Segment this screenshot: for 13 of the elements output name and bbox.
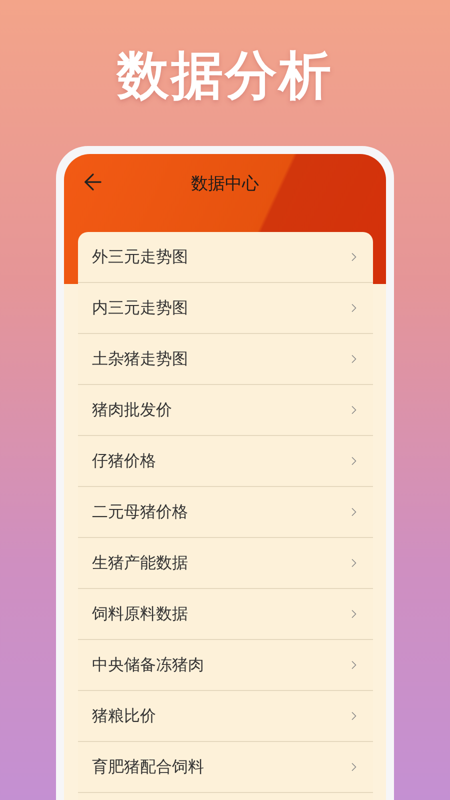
list-item[interactable]: 外三元走势图 [78, 232, 373, 283]
list-item[interactable]: 饲料原料数据 [78, 589, 373, 640]
list-item[interactable]: 仔猪价格 [78, 436, 373, 487]
list-item[interactable]: 内三元走势图 [78, 283, 373, 334]
list-item[interactable]: 猪粮比价 [78, 691, 373, 742]
screen-title: 数据中心 [191, 172, 259, 194]
list-item[interactable]: 生猪产能数据 [78, 538, 373, 589]
list-item[interactable]: 中央储备冻猪肉 [78, 640, 373, 691]
list-item[interactable]: 猪肉批发价 [78, 385, 373, 436]
list-item[interactable]: 土杂猪走势图 [78, 334, 373, 385]
list-item[interactable]: 育肥猪配合饲料 [78, 742, 373, 793]
list-item[interactable]: 二元母猪价格 [78, 487, 373, 538]
headline: 数据分析 [117, 45, 333, 108]
